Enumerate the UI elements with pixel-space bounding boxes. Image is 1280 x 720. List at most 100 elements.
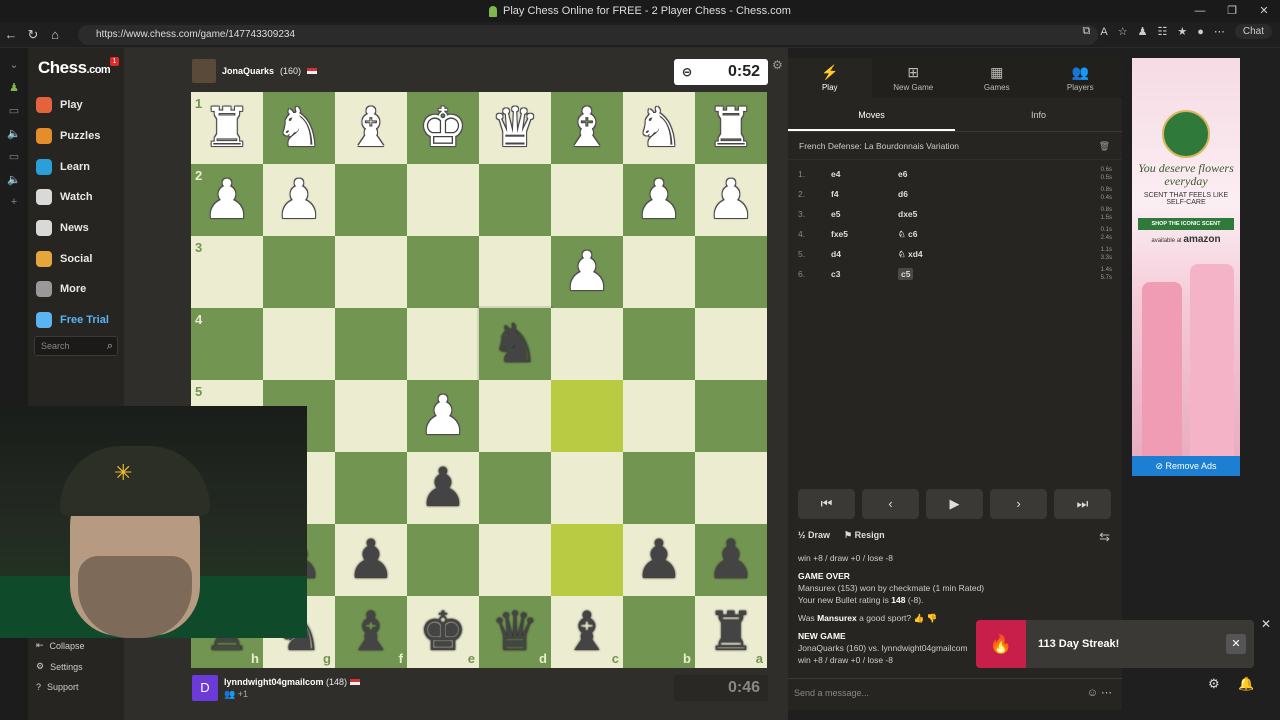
remove-ads-button[interactable]: ⊘ Remove Ads xyxy=(1132,456,1240,476)
tab-icon[interactable]: ▭ xyxy=(0,150,28,163)
chesscom-logo[interactable]: Chess.com xyxy=(38,58,111,78)
read-aloud-icon[interactable]: A xyxy=(1100,26,1107,38)
board-square[interactable]: ♟ xyxy=(335,524,407,596)
audio-icon[interactable]: 🔈 xyxy=(0,173,28,186)
first-move-button[interactable]: ⏮ xyxy=(798,489,855,519)
white-pawn-icon[interactable]: ♟ xyxy=(635,173,683,227)
board-square[interactable]: a ♜ xyxy=(695,596,767,668)
board-square[interactable] xyxy=(695,308,767,380)
board-square[interactable] xyxy=(695,452,767,524)
black-bishop-icon[interactable]: ♝ xyxy=(563,605,611,659)
board-settings-gear-icon[interactable]: ⚙ xyxy=(772,58,783,72)
chess-tab-icon[interactable]: ♟ xyxy=(0,81,28,94)
extensions-icon[interactable]: ♟ xyxy=(1138,25,1148,38)
sidebar-item-watch[interactable]: Watch xyxy=(36,182,122,213)
board-square[interactable]: ♟ xyxy=(695,524,767,596)
black-move[interactable]: d6 xyxy=(898,189,908,199)
board-square[interactable]: 4 xyxy=(191,308,263,380)
white-pawn-icon[interactable]: ♟ xyxy=(203,173,251,227)
trash-icon[interactable]: 🗑 xyxy=(1099,132,1110,160)
top-player-name[interactable]: JonaQuarks xyxy=(222,66,274,76)
bottom-player-name[interactable]: lynndwight04gmailcom xyxy=(224,677,324,687)
board-square[interactable] xyxy=(407,164,479,236)
white-move[interactable]: e5 xyxy=(831,209,898,219)
more-options-icon[interactable]: ⋯ xyxy=(1101,687,1112,699)
white-pawn-icon[interactable]: ♟ xyxy=(707,173,755,227)
white-move[interactable]: f4 xyxy=(831,189,898,199)
black-move[interactable]: ♘ c6 xyxy=(898,229,917,240)
board-square[interactable] xyxy=(695,236,767,308)
board-square[interactable] xyxy=(551,452,623,524)
board-square[interactable] xyxy=(551,524,623,596)
white-pawn-icon[interactable]: ♟ xyxy=(275,173,323,227)
last-move-button[interactable]: ⏭ xyxy=(1054,489,1111,519)
thumbs-up-icon[interactable]: 👍 xyxy=(913,613,924,623)
board-square[interactable] xyxy=(623,308,695,380)
board-square[interactable] xyxy=(263,308,335,380)
board-square[interactable]: ♞ xyxy=(623,92,695,164)
board-square[interactable] xyxy=(479,380,551,452)
black-pawn-icon[interactable]: ♟ xyxy=(347,533,395,587)
black-king-icon[interactable]: ♚ xyxy=(419,605,467,659)
avatar[interactable]: D xyxy=(192,675,218,701)
black-move[interactable]: ♘ xd4 xyxy=(898,249,923,260)
board-square[interactable]: ♞ xyxy=(263,92,335,164)
play-button[interactable]: ▶ xyxy=(926,489,983,519)
tab-moves[interactable]: Moves xyxy=(788,98,955,131)
tab-play[interactable]: ⚡ Play xyxy=(788,58,872,98)
gear-icon[interactable]: ⚙ xyxy=(1208,676,1220,692)
flip-board-icon[interactable]: ⇆ xyxy=(1099,529,1110,545)
board-square[interactable]: ♟ xyxy=(407,380,479,452)
message-input[interactable]: Send a message... ☺ ⋯ xyxy=(788,678,1122,706)
support-button[interactable]: ? Support xyxy=(36,682,122,692)
black-move[interactable]: e6 xyxy=(898,169,907,179)
board-square[interactable] xyxy=(623,380,695,452)
sidebar-item-news[interactable]: News xyxy=(36,213,122,244)
sidebar-item-more[interactable]: More xyxy=(36,274,122,305)
board-square[interactable]: ♟ xyxy=(551,236,623,308)
board-square[interactable]: ♜ xyxy=(695,92,767,164)
board-square[interactable] xyxy=(407,236,479,308)
tab-info[interactable]: Info xyxy=(955,98,1122,131)
search-input[interactable]: Search ⌕ xyxy=(34,336,118,356)
search-icon[interactable]: ⌕ xyxy=(107,337,113,355)
board-square[interactable]: e ♚ xyxy=(407,596,479,668)
back-icon[interactable]: ← xyxy=(0,27,22,42)
board-square[interactable] xyxy=(479,164,551,236)
board-square[interactable]: f ♝ xyxy=(335,596,407,668)
url-field[interactable]: https://www.chess.com/game/147743309234 xyxy=(78,25,1098,45)
white-rook-icon[interactable]: ♜ xyxy=(203,101,251,155)
board-square[interactable] xyxy=(695,380,767,452)
resign-button[interactable]: ⚑ Resign xyxy=(844,530,885,541)
favorites-bar-icon[interactable]: ★ xyxy=(1177,25,1187,38)
board-square[interactable]: d ♛ xyxy=(479,596,551,668)
close-icon[interactable]: ✕ xyxy=(1226,634,1246,654)
collapse-button[interactable]: ⇤ Collapse xyxy=(36,640,122,651)
board-square[interactable] xyxy=(407,524,479,596)
board-square[interactable] xyxy=(551,164,623,236)
profile-avatar[interactable]: ● xyxy=(1197,26,1204,38)
board-square[interactable] xyxy=(551,380,623,452)
minimize-icon[interactable]: — xyxy=(1184,0,1216,22)
settings-button[interactable]: ⚙ Settings xyxy=(36,661,122,672)
board-square[interactable]: ♟ xyxy=(623,164,695,236)
black-pawn-icon[interactable]: ♟ xyxy=(707,533,755,587)
white-knight-icon[interactable]: ♞ xyxy=(275,101,323,155)
black-knight-icon[interactable]: ♞ xyxy=(491,317,539,371)
white-rook-icon[interactable]: ♜ xyxy=(707,101,755,155)
board-square[interactable]: c ♝ xyxy=(551,596,623,668)
board-square[interactable]: 1 ♜ xyxy=(191,92,263,164)
board-square[interactable]: ♝ xyxy=(551,92,623,164)
black-pawn-icon[interactable]: ♟ xyxy=(635,533,683,587)
tab-players[interactable]: 👥 Players xyxy=(1038,58,1122,98)
board-square[interactable] xyxy=(335,308,407,380)
board-square[interactable]: 3 xyxy=(191,236,263,308)
board-square[interactable]: 2 ♟ xyxy=(191,164,263,236)
sidebar-item-social[interactable]: Social xyxy=(36,243,122,274)
thumbs-down-icon[interactable]: 👎 xyxy=(926,613,937,623)
white-king-icon[interactable]: ♚ xyxy=(419,101,467,155)
home-icon[interactable]: ⌂ xyxy=(44,27,66,42)
black-pawn-icon[interactable]: ♟ xyxy=(419,461,467,515)
sidebar-item-learn[interactable]: Learn xyxy=(36,151,122,182)
board-square[interactable]: ♟ xyxy=(623,524,695,596)
